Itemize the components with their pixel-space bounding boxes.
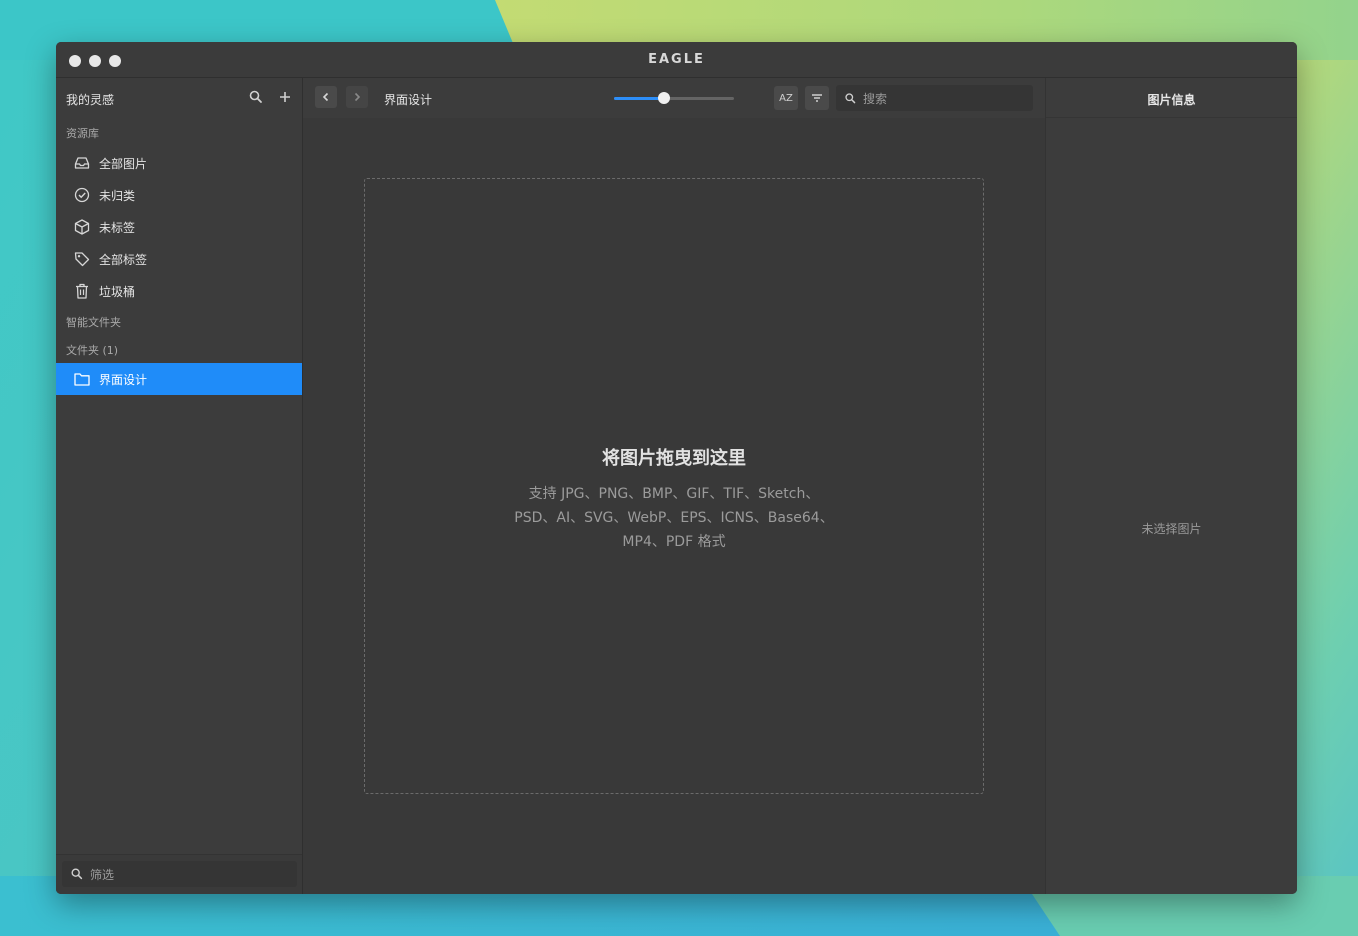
sidebar-item-label: 未标签	[99, 220, 136, 235]
section-label-folders[interactable]: 文件夹 (1)	[56, 343, 302, 359]
section-label-smart-folders[interactable]: 智能文件夹	[56, 315, 302, 331]
sidebar-item-untagged[interactable]: 未标签	[56, 211, 302, 243]
inbox-icon	[74, 157, 90, 169]
drop-zone-desc-line: MP4、PDF 格式	[622, 534, 726, 550]
sidebar-item-label: 界面设计	[99, 372, 148, 387]
search-placeholder: 搜索	[863, 91, 888, 106]
drop-zone-desc-line: PSD、AI、SVG、WebP、EPS、ICNS、Base64、	[514, 510, 834, 526]
sidebar-item-trash[interactable]: 垃圾桶	[56, 275, 302, 307]
filter-bar: 筛选	[56, 854, 302, 894]
app-window: EAGLE 我的灵感 资源库 全部图片 未归类 未标签 全部标签 垃圾桶 智能文…	[56, 42, 1297, 894]
sort-az-icon: AZ	[779, 92, 793, 104]
chevron-right-icon	[354, 92, 361, 102]
filter-input[interactable]: 筛选	[62, 861, 297, 887]
search-input[interactable]: 搜索	[836, 85, 1033, 111]
search-icon[interactable]	[248, 89, 264, 105]
content-area: 将图片拖曳到这里 支持 JPG、PNG、BMP、GIF、TIF、Sketch、 …	[303, 118, 1045, 894]
sidebar-item-folder-ui-design[interactable]: 界面设计	[56, 363, 302, 395]
search-icon	[845, 92, 856, 103]
sidebar-item-uncategorized[interactable]: 未归类	[56, 179, 302, 211]
zoom-slider[interactable]	[614, 92, 734, 104]
folder-icon	[74, 373, 90, 386]
box-icon	[74, 219, 90, 235]
breadcrumb: 界面设计	[384, 93, 433, 107]
inspector-empty-text: 未选择图片	[1141, 522, 1202, 536]
trash-icon	[76, 283, 88, 299]
drop-zone-title: 将图片拖曳到这里	[602, 448, 746, 469]
sidebar-item-label: 未归类	[99, 188, 136, 203]
back-button[interactable]	[315, 86, 337, 108]
chevron-left-icon	[322, 92, 329, 102]
inspector-title: 图片信息	[1046, 78, 1297, 118]
filter-lines-icon	[812, 94, 822, 102]
main-toolbar: 界面设计 AZ 搜索	[303, 78, 1045, 118]
drop-zone-desc-line: 支持 JPG、PNG、BMP、GIF、TIF、Sketch、	[528, 486, 820, 502]
sidebar-item-all-tags[interactable]: 全部标签	[56, 243, 302, 275]
sort-button[interactable]: AZ	[774, 86, 798, 110]
forward-button[interactable]	[346, 86, 368, 108]
zoom-slider-thumb[interactable]	[658, 92, 670, 104]
filter-placeholder: 筛选	[90, 867, 115, 882]
sidebar: 我的灵感 资源库 全部图片 未归类 未标签 全部标签 垃圾桶 智能文件夹 文件夹…	[56, 78, 303, 894]
sidebar-item-all-images[interactable]: 全部图片	[56, 147, 302, 179]
zoom-slider-fill	[614, 97, 664, 100]
sidebar-item-label: 全部标签	[99, 252, 148, 267]
inspector-panel: 图片信息 未选择图片	[1045, 78, 1297, 894]
tag-icon	[74, 252, 90, 267]
filter-button[interactable]	[805, 86, 829, 110]
library-title[interactable]: 我的灵感	[66, 91, 114, 108]
section-label-library: 资源库	[66, 127, 99, 140]
check-circle-icon	[74, 187, 90, 203]
search-icon	[71, 868, 83, 880]
add-icon[interactable]	[277, 89, 293, 105]
app-title: EAGLE	[648, 52, 705, 67]
sidebar-item-label: 全部图片	[99, 156, 148, 171]
drop-zone-description: 支持 JPG、PNG、BMP、GIF、TIF、Sketch、 PSD、AI、SV…	[465, 482, 883, 554]
drop-zone[interactable]: 将图片拖曳到这里 支持 JPG、PNG、BMP、GIF、TIF、Sketch、 …	[364, 178, 984, 794]
sidebar-header: 我的灵感	[56, 78, 302, 118]
title-bar[interactable]: EAGLE	[56, 42, 1297, 78]
sidebar-item-label: 垃圾桶	[99, 284, 136, 299]
